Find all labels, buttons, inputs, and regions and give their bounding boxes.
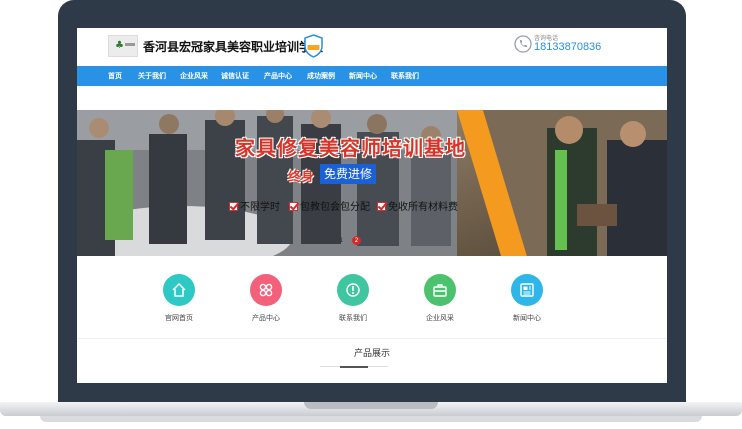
school-logo[interactable]: ♣ bbox=[108, 35, 138, 57]
nav-item-certification[interactable]: 诚信认证 bbox=[221, 66, 249, 86]
site-header: ♣ 香河县宏冠家具美容职业培训学校 咨询电话 18133870836 bbox=[77, 28, 667, 66]
checkbox-checked-icon bbox=[289, 202, 298, 211]
honesty-shield-icon bbox=[304, 34, 323, 58]
quick-nav-label: 新闻中心 bbox=[513, 314, 541, 322]
banner-free-training: 免费进修 bbox=[320, 164, 377, 184]
quick-nav-contact[interactable]: 联系我们 bbox=[323, 274, 383, 323]
section-title: 产品展示 bbox=[353, 349, 390, 359]
news-icon bbox=[520, 283, 534, 297]
website-screen: ♣ 香河县宏冠家具美容职业培训学校 咨询电话 18133870836 首页 关于… bbox=[77, 28, 667, 383]
quick-nav-label: 产品中心 bbox=[252, 314, 280, 322]
tree-icon: ♣ bbox=[115, 40, 124, 51]
quick-nav-products[interactable]: 产品中心 bbox=[236, 274, 296, 323]
checkbox-checked-icon bbox=[377, 202, 386, 211]
nav-item-news[interactable]: 新闻中心 bbox=[349, 66, 377, 86]
banner-feature: 不限学时 bbox=[229, 198, 280, 213]
quick-nav-home[interactable]: 官网首页 bbox=[149, 274, 209, 323]
phone-icon bbox=[514, 35, 532, 53]
nav-item-products[interactable]: 产品中心 bbox=[264, 66, 292, 86]
banner-feature: 免收所有材料费 bbox=[377, 198, 458, 213]
quick-nav-circle bbox=[250, 274, 282, 306]
quick-nav-company-style[interactable]: 企业风采 bbox=[410, 274, 470, 323]
quick-nav-label: 官网首页 bbox=[165, 314, 193, 322]
home-icon bbox=[172, 282, 186, 297]
site-title[interactable]: 香河县宏冠家具美容职业培训学校 bbox=[143, 38, 323, 55]
grid-icon bbox=[259, 283, 273, 297]
logo-text-mark bbox=[125, 43, 135, 46]
phone-number[interactable]: 18133870836 bbox=[534, 41, 601, 53]
laptop-notch bbox=[304, 402, 438, 409]
quick-nav-label: 企业风采 bbox=[426, 314, 454, 322]
carousel-dot-2[interactable]: 2 bbox=[352, 236, 361, 245]
quick-nav-label: 联系我们 bbox=[339, 314, 367, 322]
banner-feature: 包教包会包分配 bbox=[289, 198, 370, 213]
checkbox-checked-icon bbox=[229, 202, 238, 211]
quick-nav-circle bbox=[337, 274, 369, 306]
quick-nav-circle bbox=[424, 274, 456, 306]
quick-nav-news[interactable]: 新闻中心 bbox=[497, 274, 557, 323]
banner-workers-photo bbox=[457, 110, 667, 256]
nav-item-contact[interactable]: 联系我们 bbox=[391, 66, 419, 86]
nav-item-home[interactable]: 首页 bbox=[108, 66, 122, 86]
section-divider bbox=[77, 338, 667, 339]
nav-item-cases[interactable]: 成功案例 bbox=[307, 66, 335, 86]
banner-lifetime: 终身 bbox=[288, 170, 315, 185]
compass-icon bbox=[346, 283, 360, 297]
nav-item-about[interactable]: 关于我们 bbox=[138, 66, 166, 86]
quick-nav-circle bbox=[511, 274, 543, 306]
laptop-foot bbox=[40, 416, 702, 422]
quick-nav-circle bbox=[163, 274, 195, 306]
section-underline bbox=[340, 366, 368, 368]
briefcase-icon bbox=[433, 284, 447, 297]
nav-item-company-style[interactable]: 企业风采 bbox=[180, 66, 208, 86]
hero-banner[interactable]: 家具修复美容师培训基地 终身 免费进修 不限学时 包教包会包分配 免收所有材料费 bbox=[77, 110, 667, 256]
carousel-dot-1[interactable]: 1 bbox=[337, 236, 346, 245]
banner-headline: 家具修复美容师培训基地 bbox=[235, 136, 466, 160]
main-nav: 首页 关于我们 企业风采 诚信认证 产品中心 成功案例 新闻中心 联系我们 bbox=[77, 66, 667, 86]
